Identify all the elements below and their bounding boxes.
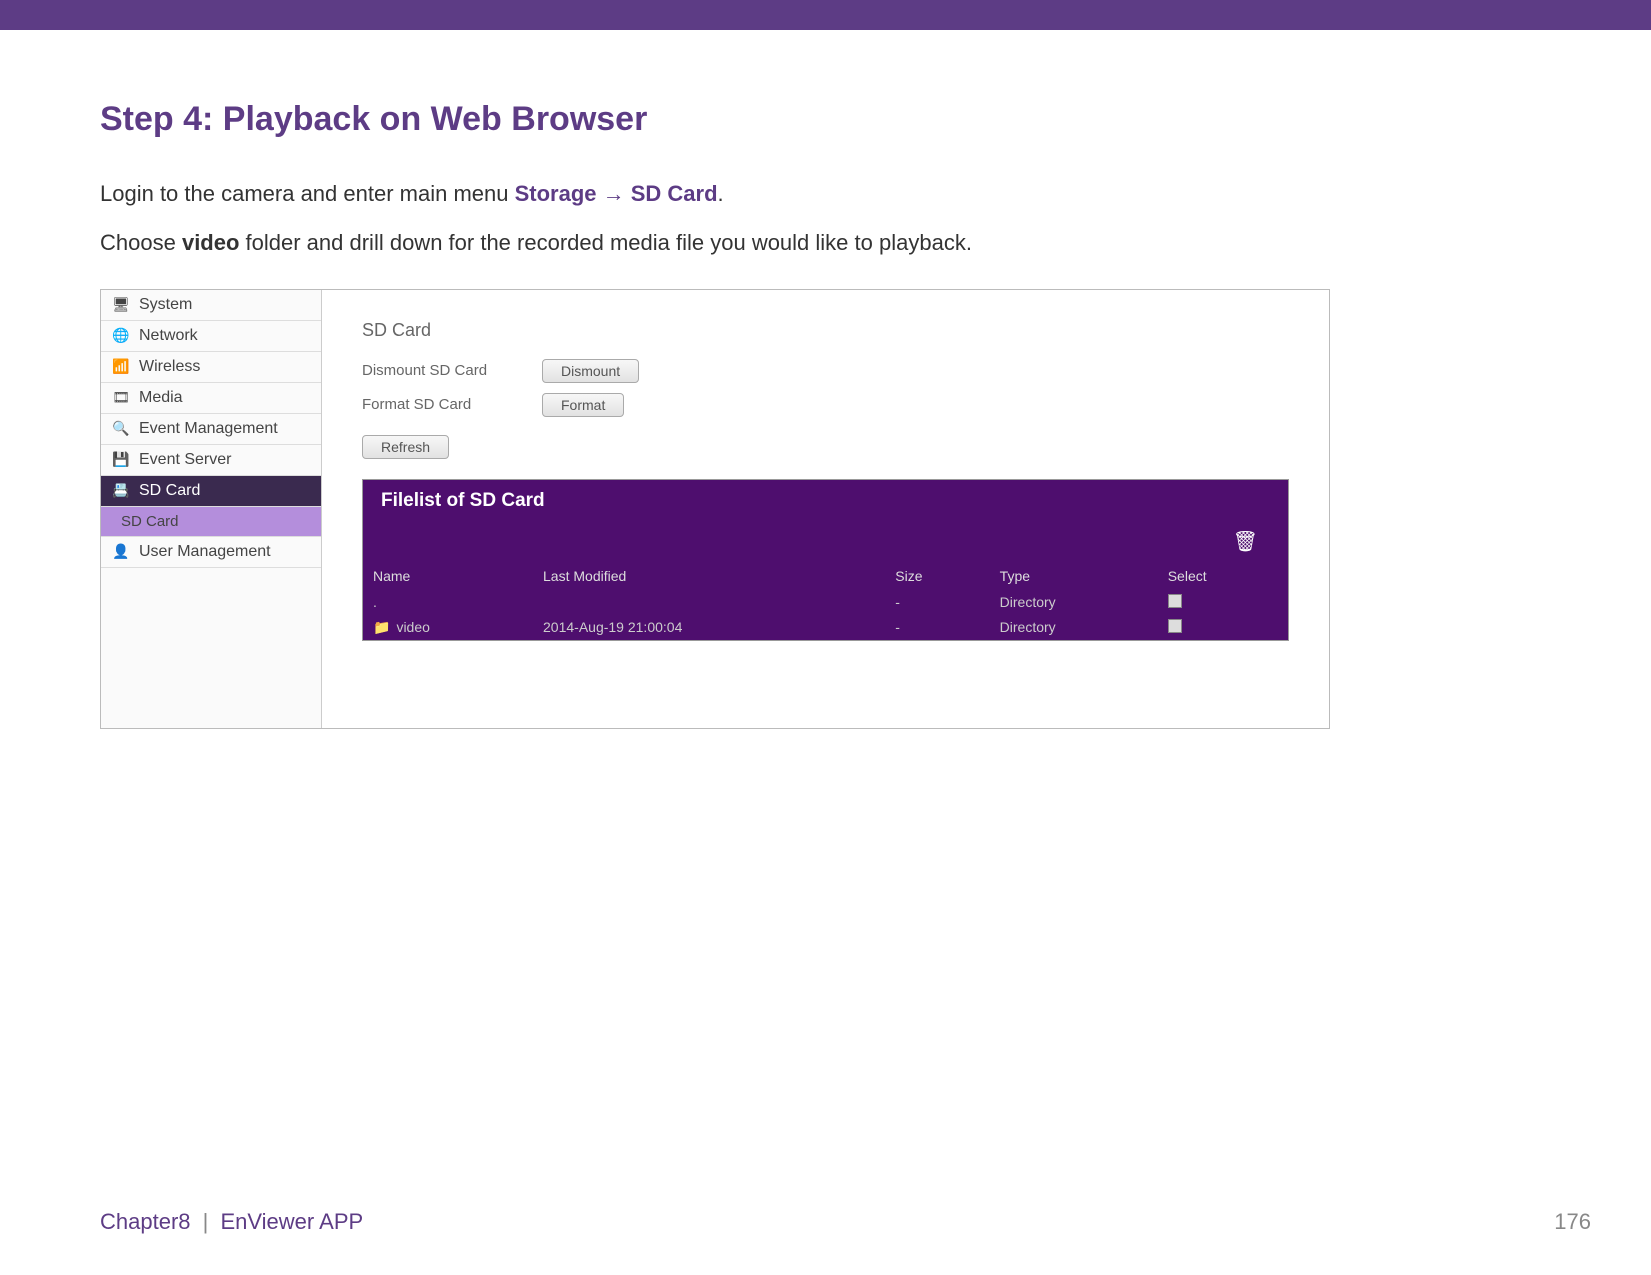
storage-link: Storage bbox=[515, 181, 597, 206]
page-footer: Chapter8 | EnViewer APP 176 bbox=[100, 1209, 1591, 1235]
footer-chapter: Chapter8 bbox=[100, 1209, 191, 1234]
sidebar-subitem-sd-card[interactable]: SD Card bbox=[101, 507, 321, 537]
footer-sep: | bbox=[203, 1209, 209, 1234]
arrow-icon: → bbox=[597, 181, 631, 206]
sidebar-item-wireless[interactable]: 📶 Wireless bbox=[101, 352, 321, 383]
sidebar: 🖥 System 🌐 Network 📶 Wireless 🎞 Media 🔍 Event… bbox=[101, 290, 322, 728]
text-segment: Login to the camera and enter main menu bbox=[100, 181, 515, 206]
search-icon: 🔍 bbox=[113, 421, 129, 437]
sidebar-item-label: Event Server bbox=[139, 451, 231, 469]
sdcard-screenshot: 🖥 System 🌐 Network 📶 Wireless 🎞 Media 🔍 Event… bbox=[100, 289, 1330, 729]
filelist-title: Filelist of SD Card bbox=[363, 480, 1288, 522]
refresh-row: Refresh bbox=[362, 435, 1289, 459]
cell-name: 📁 video bbox=[363, 615, 533, 640]
table-row[interactable]: . - Directory bbox=[363, 590, 1288, 615]
filelist-toolbar: 🗑 bbox=[363, 522, 1288, 562]
server-icon: 💾 bbox=[113, 452, 129, 468]
sidebar-item-label: User Management bbox=[139, 543, 271, 561]
format-button[interactable]: Format bbox=[542, 393, 624, 417]
cell-type: Directory bbox=[990, 590, 1158, 615]
col-name: Name bbox=[363, 562, 533, 590]
sdcard-link: SD Card bbox=[631, 181, 718, 206]
footer-page-number: 176 bbox=[1554, 1209, 1591, 1235]
trash-icon[interactable]: 🗑 bbox=[1233, 529, 1258, 554]
sidebar-item-label: Wireless bbox=[139, 358, 200, 376]
checkbox-icon[interactable] bbox=[1168, 619, 1182, 633]
footer-left: Chapter8 | EnViewer APP bbox=[100, 1209, 363, 1235]
col-type: Type bbox=[990, 562, 1158, 590]
sidebar-item-label: Network bbox=[139, 327, 198, 345]
footer-app: EnViewer APP bbox=[220, 1209, 363, 1234]
monitor-icon: 🖥 bbox=[113, 297, 129, 313]
cell-type: Directory bbox=[990, 615, 1158, 640]
dismount-row: Dismount SD Card Dismount bbox=[362, 359, 1289, 383]
file-table: Name Last Modified Size Type Select . - … bbox=[363, 562, 1288, 640]
user-icon: 👤 bbox=[113, 544, 129, 560]
refresh-button[interactable]: Refresh bbox=[362, 435, 449, 459]
format-row: Format SD Card Format bbox=[362, 393, 1289, 417]
dismount-button[interactable]: Dismount bbox=[542, 359, 639, 383]
checkbox-icon[interactable] bbox=[1168, 594, 1182, 608]
panel-title: SD Card bbox=[362, 320, 1289, 341]
text-segment: . bbox=[718, 181, 724, 206]
intro-paragraph-1: Login to the camera and enter main menu … bbox=[100, 179, 1551, 210]
sidebar-item-sd-card[interactable]: 📇 SD Card bbox=[101, 476, 321, 507]
sidebar-item-user-management[interactable]: 👤 User Management bbox=[101, 537, 321, 568]
cell-select bbox=[1158, 615, 1288, 640]
cell-last-modified: 2014-Aug-19 21:00:04 bbox=[533, 615, 885, 640]
sidebar-item-label: SD Card bbox=[139, 482, 200, 500]
cell-last-modified bbox=[533, 590, 885, 615]
video-bold: video bbox=[182, 230, 239, 255]
cell-size: - bbox=[885, 615, 989, 640]
filelist-panel: Filelist of SD Card 🗑 Name Last Modified… bbox=[362, 479, 1289, 641]
globe-icon: 🌐 bbox=[113, 328, 129, 344]
table-row[interactable]: 📁 video 2014-Aug-19 21:00:04 - Directory bbox=[363, 615, 1288, 640]
table-header-row: Name Last Modified Size Type Select bbox=[363, 562, 1288, 590]
cell-name-text: video bbox=[396, 619, 429, 635]
wifi-icon: 📶 bbox=[113, 359, 129, 375]
col-size: Size bbox=[885, 562, 989, 590]
sidebar-item-event-management[interactable]: 🔍 Event Management bbox=[101, 414, 321, 445]
sidebar-item-network[interactable]: 🌐 Network bbox=[101, 321, 321, 352]
text-segment: folder and drill down for the recorded m… bbox=[239, 230, 972, 255]
sidebar-item-system[interactable]: 🖥 System bbox=[101, 290, 321, 321]
dismount-label: Dismount SD Card bbox=[362, 362, 512, 379]
sdcard-icon: 📇 bbox=[113, 483, 129, 499]
sidebar-item-label: Event Management bbox=[139, 420, 278, 438]
sidebar-item-label: SD Card bbox=[121, 513, 179, 530]
col-last-modified: Last Modified bbox=[533, 562, 885, 590]
sidebar-item-label: System bbox=[139, 296, 192, 314]
media-icon: 🎞 bbox=[113, 390, 129, 406]
sidebar-item-media[interactable]: 🎞 Media bbox=[101, 383, 321, 414]
text-segment: Choose bbox=[100, 230, 182, 255]
format-label: Format SD Card bbox=[362, 396, 512, 413]
intro-paragraph-2: Choose video folder and drill down for t… bbox=[100, 228, 1551, 259]
cell-size: - bbox=[885, 590, 989, 615]
top-bar bbox=[0, 0, 1651, 30]
sidebar-item-event-server[interactable]: 💾 Event Server bbox=[101, 445, 321, 476]
sidebar-item-label: Media bbox=[139, 389, 183, 407]
cell-name: . bbox=[363, 590, 533, 615]
cell-select bbox=[1158, 590, 1288, 615]
main-panel: SD Card Dismount SD Card Dismount Format… bbox=[322, 290, 1329, 728]
col-select: Select bbox=[1158, 562, 1288, 590]
page-heading: Step 4: Playback on Web Browser bbox=[100, 100, 1551, 139]
folder-icon: 📁 bbox=[373, 619, 390, 635]
